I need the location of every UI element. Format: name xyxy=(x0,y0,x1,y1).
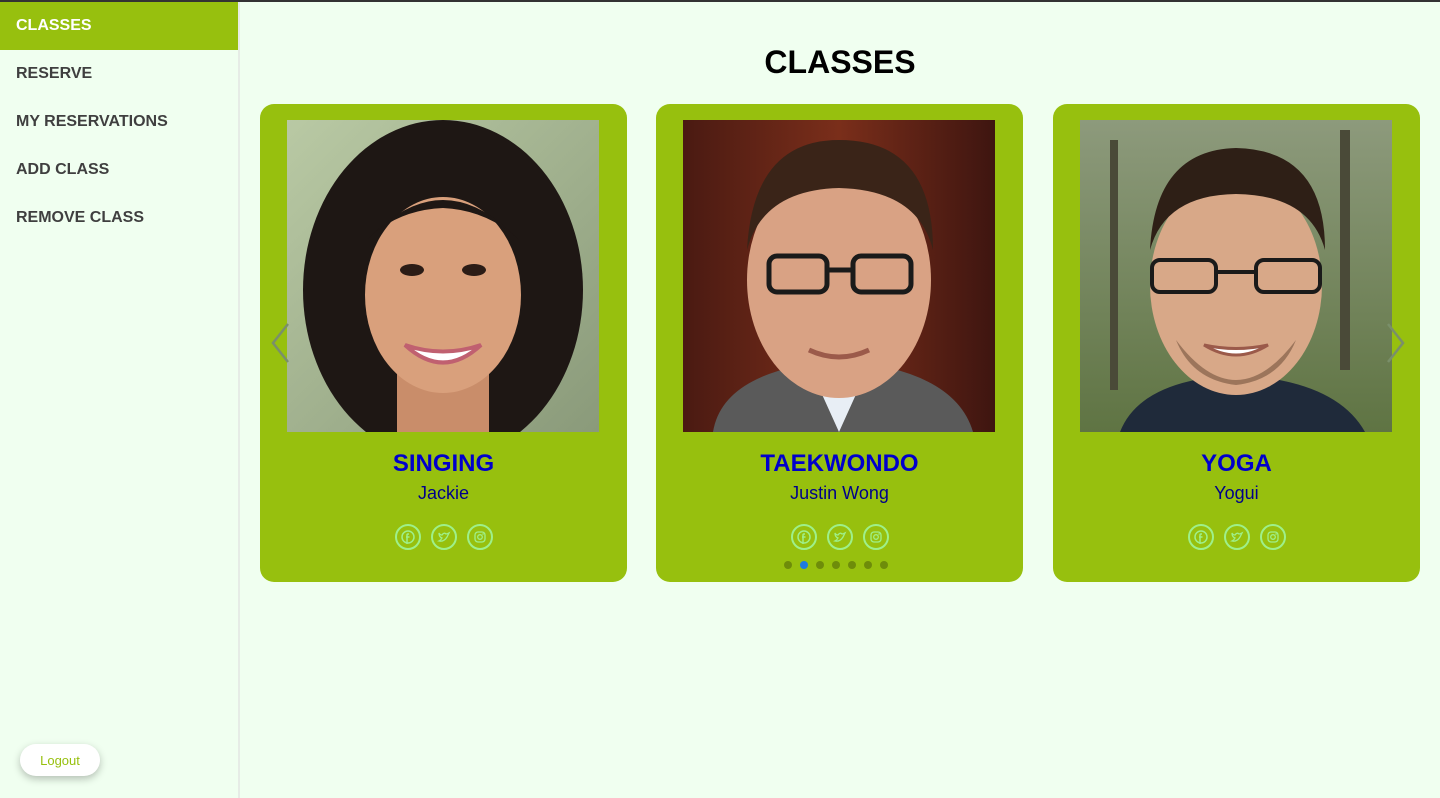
facebook-icon[interactable] xyxy=(394,524,421,550)
instagram-icon[interactable] xyxy=(1259,524,1286,550)
teacher-name: Yogui xyxy=(1214,483,1259,503)
social-links xyxy=(1053,524,1420,550)
class-name: SINGING xyxy=(392,450,495,477)
carousel-next-arrow-icon[interactable] xyxy=(1386,322,1406,369)
twitter-icon[interactable] xyxy=(430,524,457,550)
social-links xyxy=(656,524,1023,550)
carousel-dot-active[interactable] xyxy=(800,561,808,569)
carousel-indicators xyxy=(784,561,888,569)
sidebar-item-my-reservations[interactable]: MY RESERVATIONS xyxy=(0,98,238,146)
sidebar-item-reserve[interactable]: RESERVE xyxy=(0,50,238,98)
teacher-name: Jackie xyxy=(417,483,470,503)
class-name: YOGA xyxy=(1201,450,1272,477)
teacher-name: Justin Wong xyxy=(790,483,889,503)
carousel-dot[interactable] xyxy=(880,561,888,569)
twitter-icon[interactable] xyxy=(1223,524,1250,550)
teacher-photo xyxy=(683,120,995,432)
instagram-icon[interactable] xyxy=(862,524,889,550)
carousel-prev-arrow-icon[interactable] xyxy=(270,322,290,369)
page-title: CLASSES xyxy=(764,44,916,80)
sidebar-item-classes[interactable]: CLASSES xyxy=(0,2,238,50)
class-card[interactable]: YOGA Yogui xyxy=(1053,104,1420,582)
carousel-dot[interactable] xyxy=(784,561,792,569)
carousel-dot[interactable] xyxy=(832,561,840,569)
class-name: TAEKWONDO xyxy=(760,450,919,477)
twitter-icon[interactable] xyxy=(826,524,853,550)
carousel-dot[interactable] xyxy=(848,561,856,569)
sidebar: CLASSES RESERVE MY RESERVATIONS ADD CLAS… xyxy=(0,2,240,798)
class-card[interactable]: TAEKWONDO Justin Wong xyxy=(656,104,1023,582)
carousel-dot[interactable] xyxy=(816,561,824,569)
main-content: CLASSES SINGING Jackie TAEKWONDO Justin … xyxy=(240,2,1440,798)
sidebar-item-remove-class[interactable]: REMOVE CLASS xyxy=(0,194,238,242)
teacher-photo xyxy=(1080,120,1392,432)
social-links xyxy=(260,524,627,550)
carousel-dot[interactable] xyxy=(864,561,872,569)
facebook-icon[interactable] xyxy=(790,524,817,550)
instagram-icon[interactable] xyxy=(466,524,493,550)
facebook-icon[interactable] xyxy=(1187,524,1214,550)
sidebar-item-add-class[interactable]: ADD CLASS xyxy=(0,146,238,194)
class-card[interactable]: SINGING Jackie xyxy=(260,104,627,582)
logout-button[interactable]: Logout xyxy=(20,744,100,776)
teacher-photo xyxy=(287,120,599,432)
